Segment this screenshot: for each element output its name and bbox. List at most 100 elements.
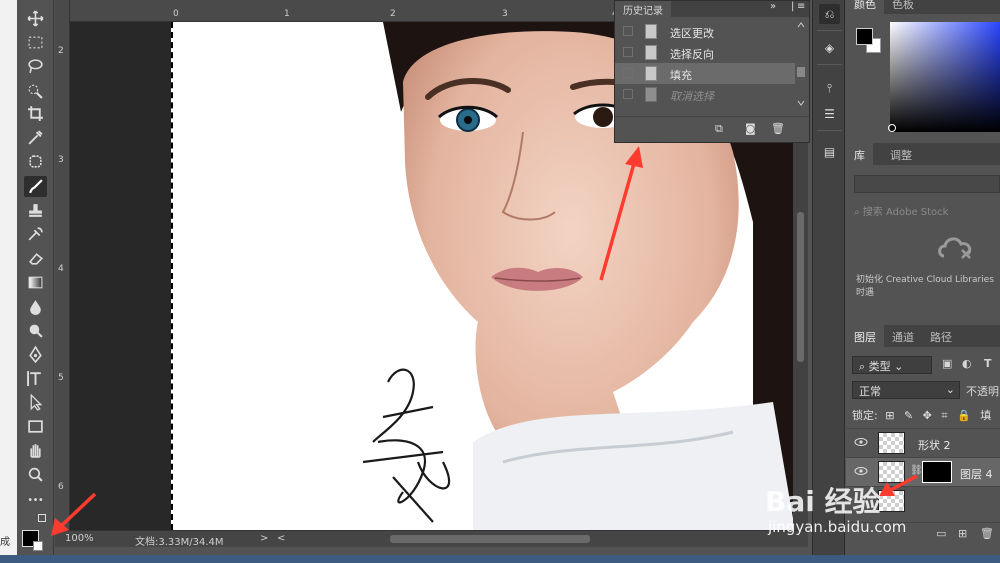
brush-tool-icon[interactable]: [24, 176, 47, 197]
taskbar-strip: [0, 555, 1000, 563]
more-tools-icon[interactable]: [24, 488, 47, 509]
history-state-undone[interactable]: 取消选择: [615, 84, 795, 105]
document-size-info[interactable]: 文档:3.33M/34.4M: [135, 533, 224, 548]
history-state-icon: [645, 24, 657, 39]
watermark-logo: Bai 经验: [765, 485, 881, 518]
visibility-eye-icon[interactable]: [854, 437, 868, 447]
dodge-tool-icon[interactable]: [24, 320, 47, 341]
layer-name[interactable]: 图层 4: [960, 466, 993, 482]
create-snapshot-icon[interactable]: ◙: [745, 122, 756, 135]
layer-mask-thumbnail[interactable]: [922, 461, 952, 483]
history-state-icon: [645, 66, 657, 81]
history-state[interactable]: 选择反向: [615, 42, 795, 63]
tab-paths[interactable]: 路径: [922, 325, 960, 347]
blend-mode-value: 正常: [859, 385, 881, 398]
healing-brush-tool-icon[interactable]: [24, 151, 47, 172]
filter-pixel-icon[interactable]: ▣: [942, 357, 952, 370]
background-color-swatch[interactable]: [33, 541, 43, 551]
path-selection-tool-icon[interactable]: [24, 392, 47, 413]
lock-transparent-icon[interactable]: ⊞: [885, 409, 894, 422]
layer-filter-select[interactable]: ⌕ 类型 ⌄: [852, 356, 932, 374]
ruler-tick-label: 0: [173, 9, 179, 19]
lock-artboard-icon[interactable]: ⌗: [941, 409, 947, 422]
3d-panel-icon[interactable]: ◈: [819, 38, 840, 58]
filter-type-icon[interactable]: T: [984, 357, 992, 370]
tab-swatches[interactable]: 色板: [884, 0, 922, 14]
history-checkbox[interactable]: [623, 26, 633, 36]
history-panel: 历史记录 » | ≡ 选区更改 选择反向 填充 取消选择 ⧉ ◙ 🗑: [614, 0, 810, 143]
eraser-tool-icon[interactable]: [24, 248, 47, 269]
pen-tool-icon[interactable]: [24, 344, 47, 365]
tab-adjustments[interactable]: 调整: [882, 143, 920, 165]
annotation-arrow: [599, 146, 643, 281]
blend-mode-select[interactable]: 正常 ⌄: [852, 381, 960, 399]
history-panel-footer: ⧉ ◙ 🗑: [615, 116, 809, 142]
close-panel-icon[interactable]: |: [791, 1, 794, 12]
history-state-selected[interactable]: 填充: [615, 63, 795, 84]
history-checkbox[interactable]: [623, 89, 633, 99]
history-scrollbar[interactable]: [795, 19, 807, 109]
libraries-panel-icon[interactable]: ▤: [819, 142, 840, 162]
library-status-message: 初始化 Creative Cloud Libraries 时遇: [856, 275, 994, 298]
layer-row[interactable]: 形状 2: [846, 428, 1000, 457]
lock-all-icon[interactable]: 🔒: [957, 409, 971, 422]
delete-state-icon[interactable]: 🗑: [771, 122, 785, 135]
new-layer-icon[interactable]: ⊞: [958, 527, 967, 540]
collapse-panel-icon[interactable]: »: [770, 1, 776, 12]
ruler-tick-label: 3: [502, 9, 508, 19]
color-spectrum-field[interactable]: [890, 22, 1000, 132]
gradient-tool-icon[interactable]: [24, 272, 47, 293]
tab-library[interactable]: 库: [846, 143, 873, 165]
tab-layers[interactable]: 图层: [846, 325, 884, 347]
type-tool-icon[interactable]: [24, 368, 47, 389]
lasso-tool-icon[interactable]: [24, 56, 47, 77]
visibility-eye-icon[interactable]: [854, 466, 868, 476]
layer-filter-value: 类型: [868, 360, 891, 373]
delete-layer-icon[interactable]: 🗑: [980, 527, 994, 540]
horizontal-scrollbar[interactable]: [390, 535, 590, 543]
clone-stamp-tool-icon[interactable]: [24, 200, 47, 221]
history-brush-tool-icon[interactable]: [24, 224, 47, 245]
history-checkbox[interactable]: [623, 68, 633, 78]
properties-panel-icon[interactable]: ☰: [819, 104, 840, 124]
lock-position-icon[interactable]: ✥: [923, 409, 932, 422]
eyedropper-tool-icon[interactable]: [24, 127, 47, 148]
quick-selection-tool-icon[interactable]: [24, 80, 47, 101]
scroll-left-arrow[interactable]: <: [277, 533, 285, 544]
library-search-placeholder: 搜索 Adobe Stock: [862, 207, 949, 218]
layer-name[interactable]: 形状 2: [918, 437, 951, 453]
history-state-label: 取消选择: [670, 90, 714, 103]
hand-tool-icon[interactable]: [24, 440, 47, 461]
opacity-label: 不透明: [966, 385, 999, 398]
color-panel-foreground-swatch[interactable]: [856, 28, 873, 45]
left-edge-strip: 成: [0, 0, 17, 563]
tab-color[interactable]: 颜色: [846, 0, 884, 14]
rectangle-tool-icon[interactable]: [24, 416, 47, 437]
blur-tool-icon[interactable]: [24, 296, 47, 317]
filter-adjustment-icon[interactable]: ◐: [962, 357, 972, 370]
annotation-arrow: [51, 492, 97, 536]
status-menu-arrow[interactable]: >: [260, 533, 268, 544]
panel-menu-icon[interactable]: ≡: [797, 1, 805, 12]
new-document-from-state-icon[interactable]: ⧉: [715, 122, 723, 136]
lock-label: 锁定:: [852, 409, 878, 422]
color-panel-tabs: 颜色 色板: [846, 0, 1000, 14]
history-state[interactable]: 选区更改: [615, 21, 795, 42]
history-state-label: 选区更改: [670, 27, 714, 40]
history-checkbox[interactable]: [623, 47, 633, 57]
lock-image-icon[interactable]: ✎: [904, 409, 913, 422]
ruler-tick-label: 5: [58, 373, 64, 383]
library-select[interactable]: [854, 175, 1000, 193]
zoom-tool-icon[interactable]: [24, 464, 47, 485]
brush-settings-icon[interactable]: ⫯: [819, 78, 840, 98]
library-search-input[interactable]: ⌕ 搜索 Adobe Stock: [854, 203, 948, 218]
history-panel-tab[interactable]: 历史记录: [615, 1, 671, 17]
cut-off-text: 成: [0, 537, 10, 548]
history-panel-icon[interactable]: ⎌: [819, 4, 840, 24]
move-tool-icon[interactable]: [24, 8, 47, 29]
marquee-tool-icon[interactable]: [24, 32, 47, 53]
tab-channels[interactable]: 通道: [884, 325, 922, 347]
new-group-icon[interactable]: ▭: [936, 527, 946, 540]
crop-tool-icon[interactable]: [24, 103, 47, 124]
color-picker-cursor[interactable]: [888, 124, 896, 132]
